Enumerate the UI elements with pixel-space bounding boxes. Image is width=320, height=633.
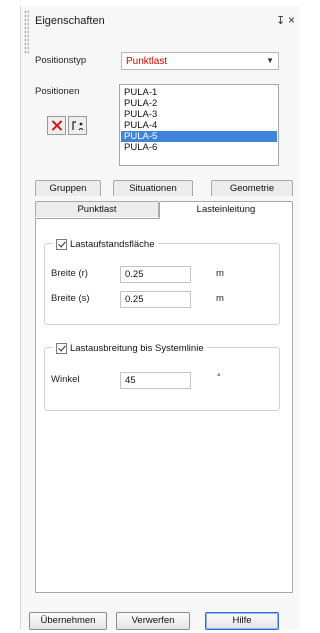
positions-label: Positionen bbox=[35, 86, 80, 97]
position-type-label: Positionstyp bbox=[35, 55, 87, 66]
width-s-unit: m bbox=[216, 293, 224, 304]
tab-situationen[interactable]: Situationen bbox=[113, 180, 193, 196]
properties-panel: Eigenschaften ↧ × Positionstyp Punktlast… bbox=[20, 6, 300, 630]
angle-label: Winkel bbox=[51, 374, 80, 385]
list-item[interactable]: PULA-1 bbox=[121, 87, 277, 98]
load-spread-checkbox-label[interactable]: Lastausbreitung bis Systemlinie bbox=[70, 343, 204, 354]
position-type-value: Punktlast bbox=[126, 56, 168, 67]
position-type-select[interactable]: Punktlast ▼ bbox=[121, 52, 279, 70]
load-area-checkbox[interactable] bbox=[56, 238, 67, 250]
edit-positions-icon[interactable] bbox=[68, 116, 87, 135]
chevron-down-icon[interactable]: ▼ bbox=[266, 56, 274, 65]
width-r-input[interactable]: 0.25 bbox=[120, 266, 191, 283]
tab-row-bottom: Punktlast Lasteinleitung bbox=[35, 201, 293, 219]
close-icon[interactable]: × bbox=[288, 13, 295, 27]
list-item[interactable]: PULA-6 bbox=[121, 142, 277, 153]
positions-listbox[interactable]: PULA-1 PULA-2 PULA-3 PULA-4 PULA-5 PULA-… bbox=[119, 84, 279, 166]
title-bar: Eigenschaften ↧ × bbox=[21, 6, 301, 36]
load-area-group: Lastaufstandsfläche Breite (r) 0.25 m Br… bbox=[44, 237, 280, 325]
width-s-input[interactable]: 0.25 bbox=[120, 291, 191, 308]
pin-icon[interactable]: ↧ bbox=[276, 14, 285, 27]
width-r-label: Breite (r) bbox=[51, 268, 88, 279]
delete-x-icon[interactable] bbox=[47, 116, 66, 135]
load-spread-group: Lastausbreitung bis Systemlinie Winkel 4… bbox=[44, 341, 280, 411]
list-item[interactable]: PULA-4 bbox=[121, 120, 277, 131]
width-r-unit: m bbox=[216, 268, 224, 279]
list-item[interactable]: PULA-2 bbox=[121, 98, 277, 109]
width-s-label: Breite (s) bbox=[51, 293, 90, 304]
load-spread-legend: Lastausbreitung bis Systemlinie bbox=[53, 341, 207, 355]
angle-unit: ° bbox=[217, 372, 221, 383]
tab-punktlast[interactable]: Punktlast bbox=[35, 201, 159, 217]
tab-content-lasteinleitung: Lastaufstandsfläche Breite (r) 0.25 m Br… bbox=[35, 218, 293, 593]
angle-input[interactable]: 45 bbox=[120, 372, 191, 389]
panel-title: Eigenschaften bbox=[35, 15, 105, 27]
tab-lasteinleitung[interactable]: Lasteinleitung bbox=[159, 201, 293, 219]
discard-button[interactable]: Verwerfen bbox=[116, 612, 190, 630]
tab-row-top: Gruppen Situationen Geometrie bbox=[35, 180, 293, 196]
help-button[interactable]: Hilfe bbox=[205, 612, 279, 630]
load-spread-checkbox[interactable] bbox=[56, 342, 67, 354]
load-area-legend: Lastaufstandsfläche bbox=[53, 237, 158, 251]
list-item[interactable]: PULA-3 bbox=[121, 109, 277, 120]
list-item-selected[interactable]: PULA-5 bbox=[121, 131, 277, 142]
load-area-checkbox-label[interactable]: Lastaufstandsfläche bbox=[70, 239, 155, 250]
tab-geometrie[interactable]: Geometrie bbox=[211, 180, 293, 196]
apply-button[interactable]: Übernehmen bbox=[29, 612, 107, 630]
tab-gruppen[interactable]: Gruppen bbox=[35, 180, 101, 196]
